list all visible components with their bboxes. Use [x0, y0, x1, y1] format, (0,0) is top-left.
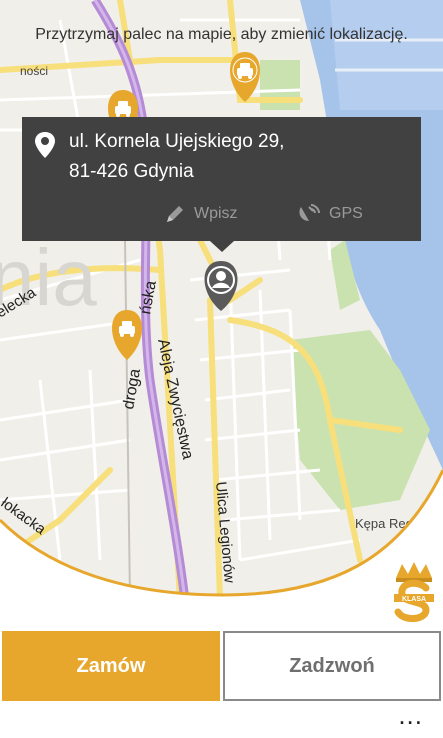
svg-text:KLASA: KLASA	[402, 596, 426, 603]
more-options-button[interactable]: ...	[398, 702, 423, 728]
app-screen: nia ności elecka łokacka droga ńska Alej…	[0, 0, 443, 738]
map-label-kepa: Kępa Redłowska	[355, 516, 443, 531]
map-view[interactable]: nia ności elecka łokacka droga ńska Alej…	[0, 0, 443, 600]
bottom-buttons: Zamów Zadzwoń	[0, 631, 443, 701]
map-canvas[interactable]: nia ności elecka łokacka droga ńska Alej…	[0, 0, 443, 600]
gps-button[interactable]: GPS	[297, 199, 363, 229]
location-pin-icon	[35, 132, 55, 158]
map-label-nosci: ności	[20, 64, 48, 78]
pencil-icon	[167, 206, 183, 222]
map-hint-text: Przytrzymaj palec na mapie, aby zmienić …	[35, 26, 408, 43]
address-city: 81-426 Gdynia	[69, 161, 194, 182]
type-address-label: Wpisz	[194, 205, 238, 222]
address-panel: ul. Kornela Ujejskiego 29, 81-426 Gdynia…	[22, 117, 421, 241]
type-address-button[interactable]: Wpisz	[164, 199, 238, 229]
gps-label: GPS	[329, 205, 363, 222]
call-button[interactable]: Zadzwoń	[223, 631, 441, 701]
address-panel-pointer	[210, 241, 234, 252]
address-street: ul. Kornela Ujejskiego 29,	[69, 131, 285, 152]
order-button[interactable]: Zamów	[2, 631, 220, 701]
gps-satellite-icon	[299, 204, 320, 221]
klasa-logo: KLASA	[394, 562, 434, 622]
